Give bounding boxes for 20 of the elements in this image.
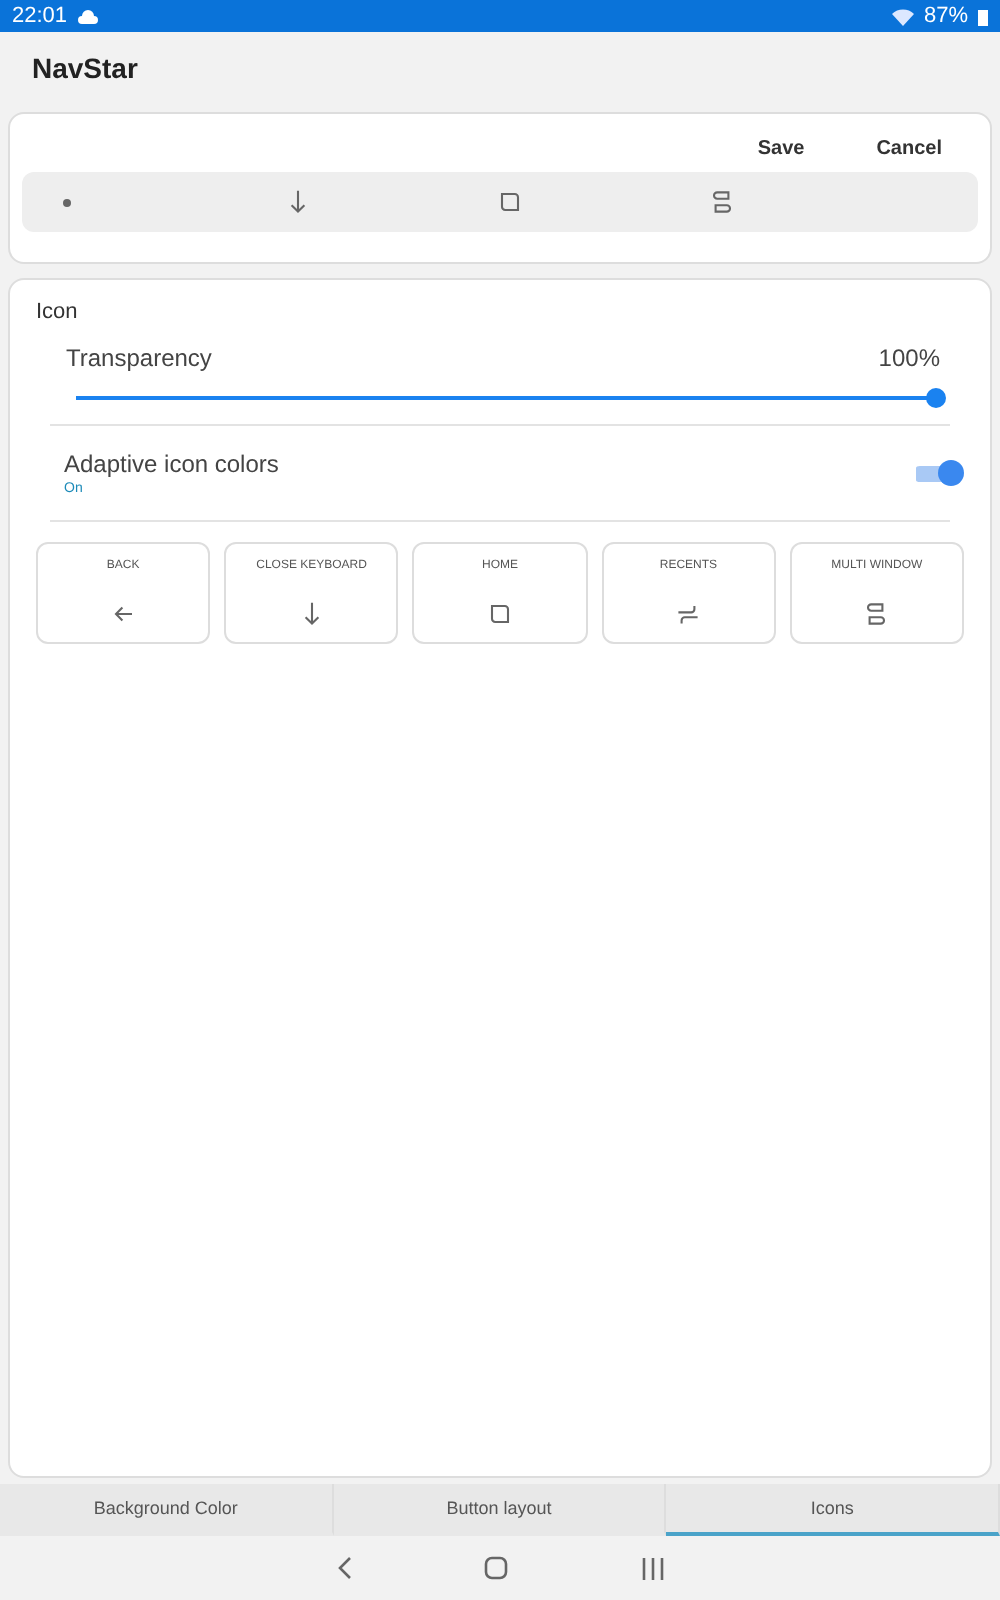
- toggle-switch[interactable]: [912, 459, 964, 487]
- section-title: Icon: [36, 300, 80, 324]
- dot-icon: [62, 197, 72, 207]
- slider-reading: 100%: [878, 344, 940, 372]
- tab[interactable]: Icons: [666, 1484, 1000, 1536]
- battery-icon: [978, 7, 988, 25]
- setting-label: Transparency: [66, 344, 212, 372]
- battery-percent: 87%: [923, 4, 968, 28]
- home-icon[interactable]: [484, 1556, 509, 1580]
- cloud-icon: [77, 9, 98, 23]
- app-title: NavStar: [32, 52, 138, 84]
- status-time: 22:01: [12, 4, 68, 28]
- tab[interactable]: Button layout: [333, 1484, 667, 1536]
- cancel-button[interactable]: Cancel: [868, 134, 950, 164]
- setting-label: Adaptive icon colors: [64, 450, 279, 478]
- back-icon[interactable]: [336, 1556, 353, 1580]
- wifi-icon: [891, 7, 914, 25]
- recents-icon[interactable]: [641, 1557, 664, 1579]
- tab[interactable]: Background Color: [0, 1484, 334, 1536]
- save-button[interactable]: Save: [749, 134, 813, 164]
